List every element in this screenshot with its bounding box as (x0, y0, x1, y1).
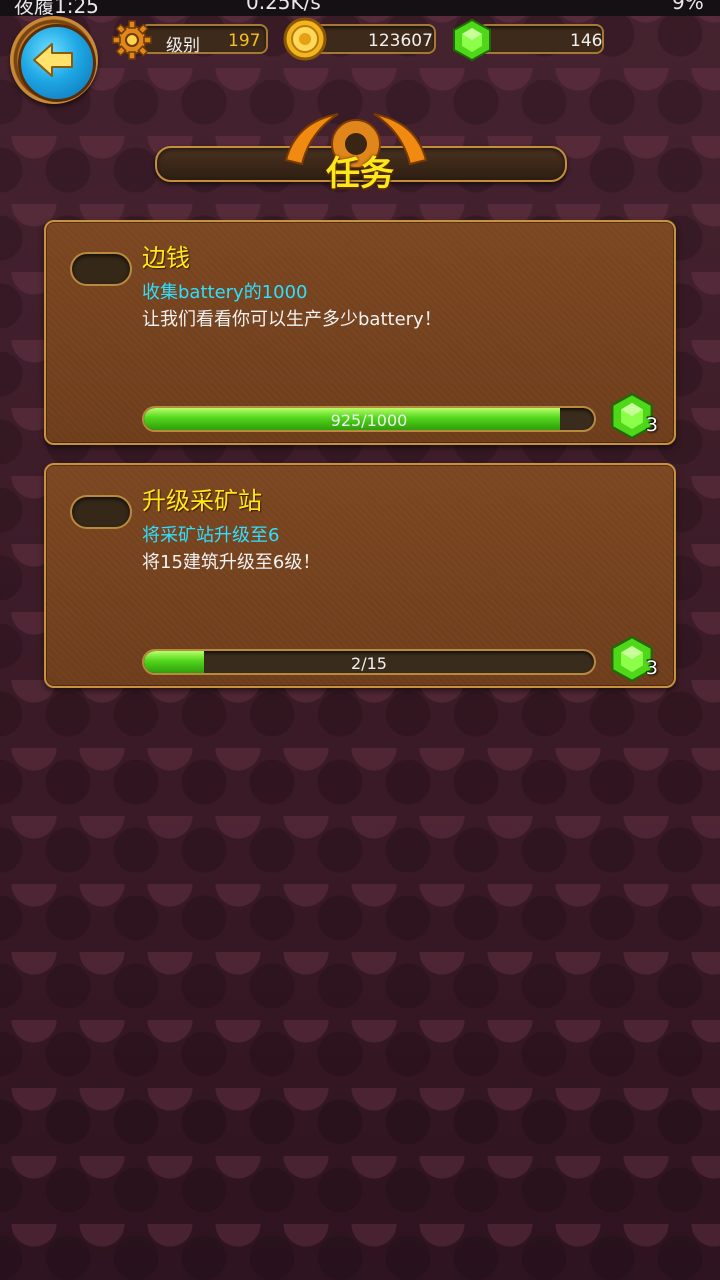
gem-icon (453, 18, 491, 62)
status-bar: 夜履1:25 0.25K/s 9% (0, 0, 720, 16)
page-title: 任务 (326, 154, 394, 194)
quest-progress-text: 925/1000 (330, 411, 408, 430)
status-left: 夜履1:25 (14, 0, 99, 16)
quest-subtitle: 收集battery的1000 (142, 282, 308, 303)
status-battery: 9% (672, 0, 704, 14)
quest-reward-count: 3 (645, 657, 658, 679)
arrow-left-icon (33, 43, 73, 77)
quest-description: 让我们看看你可以生产多少battery！ (142, 309, 442, 330)
level-value: 197 (228, 31, 261, 51)
quest-title: 边钱 (142, 244, 190, 272)
quest-card: 边钱 收集battery的1000 让我们看看你可以生产多少battery！ 9… (44, 220, 676, 445)
gems-display: 146 (478, 24, 604, 54)
quest-description: 将15建筑升级至6级！ (142, 552, 321, 573)
quest-reward-count: 3 (645, 414, 658, 436)
back-button[interactable] (10, 16, 98, 104)
quest-subtitle: 将采矿站升级至6 (142, 525, 280, 546)
gear-icon (112, 20, 152, 60)
gems-value: 146 (570, 31, 603, 51)
quest-progress-text: 2/15 (351, 654, 387, 673)
quest-card: 升级采矿站 将采矿站升级至6 将15建筑升级至6级！ 2/15 3 (44, 463, 676, 688)
quest-status-toggle[interactable] (70, 495, 132, 529)
quest-reward[interactable]: 3 (608, 635, 660, 683)
quest-progress-bar: 2/15 (142, 649, 596, 675)
level-label: 级别 (166, 36, 200, 56)
level-display: 级别 197 (140, 24, 268, 56)
quest-progress-bar: 925/1000 (142, 406, 596, 432)
coins-value: 123607 (368, 31, 433, 51)
status-network-speed: 0.25K/s (246, 0, 321, 14)
quest-title: 升级采矿站 (142, 487, 262, 515)
quest-reward[interactable]: 3 (608, 392, 660, 440)
quest-status-toggle[interactable] (70, 252, 132, 286)
coin-icon (283, 17, 327, 61)
